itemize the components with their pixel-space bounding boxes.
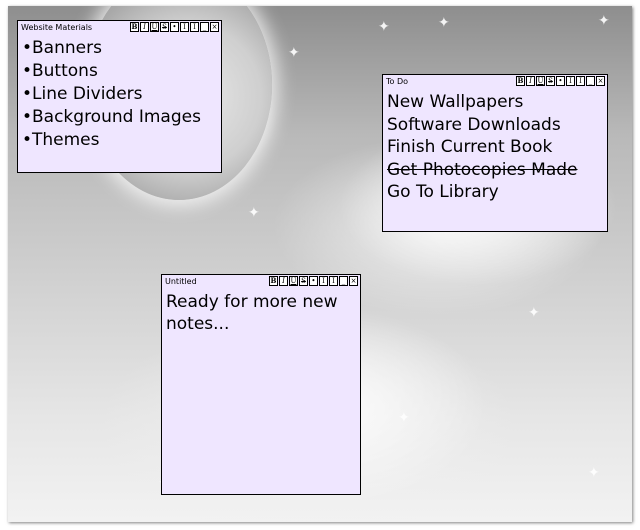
list-item: •Banners xyxy=(22,38,102,58)
increase-font-button[interactable]: I xyxy=(566,76,575,86)
list-item: •Background Images xyxy=(22,107,201,127)
star-icon: ✦ xyxy=(438,15,450,31)
bullet-button[interactable]: • xyxy=(309,276,318,286)
note-body[interactable]: Ready for more new notes... xyxy=(162,289,360,337)
note-toolbar: B I U S • I I _ × xyxy=(130,22,219,32)
note-title: To Do xyxy=(386,77,409,86)
star-icon: ✦ xyxy=(598,13,610,29)
strikethrough-button[interactable]: S xyxy=(299,276,308,286)
bold-button[interactable]: B xyxy=(516,76,525,86)
sticky-note-to-do[interactable]: To Do B I U S • I I _ × New Wallpapers S… xyxy=(382,74,608,232)
decrease-font-button[interactable]: I xyxy=(576,76,585,86)
bullet-list: •Banners •Buttons •Line Dividers •Backgr… xyxy=(22,37,217,152)
star-icon: ✦ xyxy=(248,205,260,221)
note-line-struck: Get Photocopies Made xyxy=(387,159,578,180)
sticky-note-untitled[interactable]: Untitled B I U S • I I _ × Ready for mor… xyxy=(161,274,361,495)
star-icon: ✦ xyxy=(378,19,390,35)
bullet-button[interactable]: • xyxy=(170,22,179,32)
list-item-text: Buttons xyxy=(32,61,98,81)
list-item: •Line Dividers xyxy=(22,84,143,104)
note-titlebar[interactable]: Website Materials B I U S • I I _ × xyxy=(18,21,221,35)
italic-button[interactable]: I xyxy=(279,276,288,286)
list-item: •Buttons xyxy=(22,61,98,81)
strikethrough-button[interactable]: S xyxy=(160,22,169,32)
list-item: •Themes xyxy=(22,130,100,150)
list-item-text: Themes xyxy=(32,130,100,150)
note-title: Website Materials xyxy=(21,23,93,32)
close-button[interactable]: × xyxy=(596,76,605,86)
bullet-button[interactable]: • xyxy=(556,76,565,86)
close-button[interactable]: × xyxy=(349,276,358,286)
minimize-button[interactable]: _ xyxy=(586,76,595,86)
minimize-button[interactable]: _ xyxy=(200,22,209,32)
note-titlebar[interactable]: To Do B I U S • I I _ × xyxy=(383,75,607,89)
note-text: Ready for more new notes... xyxy=(166,292,338,334)
note-line: New Wallpapers xyxy=(387,92,524,112)
increase-font-button[interactable]: I xyxy=(319,276,328,286)
bold-button[interactable]: B xyxy=(130,22,139,32)
note-title: Untitled xyxy=(165,277,197,286)
star-icon: ✦ xyxy=(398,410,410,426)
underline-button[interactable]: U xyxy=(536,76,545,86)
close-button[interactable]: × xyxy=(210,22,219,32)
bold-button[interactable]: B xyxy=(269,276,278,286)
minimize-button[interactable]: _ xyxy=(339,276,348,286)
list-item-text: Background Images xyxy=(32,107,201,127)
underline-button[interactable]: U xyxy=(289,276,298,286)
list-item-text: Banners xyxy=(32,38,102,58)
star-icon: ✦ xyxy=(588,465,600,481)
note-line: Software Downloads xyxy=(387,114,561,135)
underline-button[interactable]: U xyxy=(150,22,159,32)
note-toolbar: B I U S • I I _ × xyxy=(269,276,358,286)
strikethrough-button[interactable]: S xyxy=(546,76,555,86)
decrease-font-button[interactable]: I xyxy=(190,22,199,32)
star-icon: ✦ xyxy=(288,45,300,61)
decrease-font-button[interactable]: I xyxy=(329,276,338,286)
star-icon: ✦ xyxy=(528,305,540,321)
italic-button[interactable]: I xyxy=(140,22,149,32)
note-toolbar: B I U S • I I _ × xyxy=(516,76,605,86)
note-titlebar[interactable]: Untitled B I U S • I I _ × xyxy=(162,275,360,289)
note-body[interactable]: •Banners •Buttons •Line Dividers •Backgr… xyxy=(18,35,221,154)
note-line: Go To Library xyxy=(387,182,499,202)
increase-font-button[interactable]: I xyxy=(180,22,189,32)
sticky-note-website-materials[interactable]: Website Materials B I U S • I I _ × •Ban… xyxy=(17,20,222,173)
note-line: Finish Current Book xyxy=(387,137,553,157)
italic-button[interactable]: I xyxy=(526,76,535,86)
list-item-text: Line Dividers xyxy=(32,84,143,104)
note-body[interactable]: New Wallpapers Software Downloads Finish… xyxy=(383,89,607,206)
